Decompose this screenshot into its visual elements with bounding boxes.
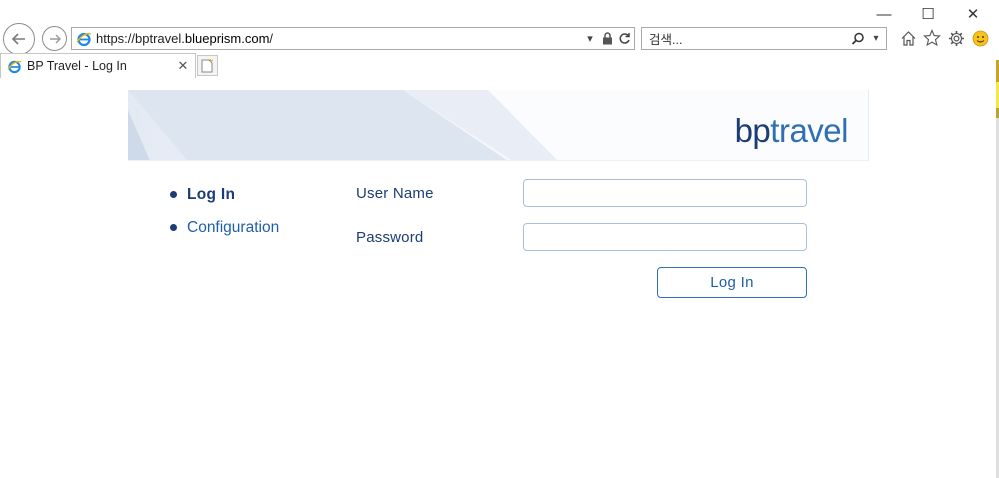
search-dropdown-icon[interactable]: ▾ <box>868 31 884 47</box>
home-icon[interactable] <box>899 29 917 47</box>
bullet-icon <box>170 224 177 231</box>
gear-icon[interactable] <box>947 29 965 47</box>
dropdown-icon[interactable]: ▾ <box>583 31 597 47</box>
forward-button[interactable] <box>42 26 67 51</box>
username-label: User Name <box>356 185 434 202</box>
forward-arrow-icon <box>49 34 61 43</box>
logo-travel: travel <box>770 112 848 149</box>
back-arrow-icon <box>11 33 25 45</box>
close-window-button[interactable]: ✕ <box>962 5 984 23</box>
login-button[interactable]: Log In <box>657 267 807 298</box>
tab-title: BP Travel - Log In <box>27 59 127 73</box>
bptravel-logo: bptravel <box>734 112 849 149</box>
browser-chrome: — ☐ ✕ https://bptravel.blueprism.com/ ▾ … <box>0 0 999 78</box>
side-nav: Log In Configuration <box>170 178 279 244</box>
nav-item-configuration[interactable]: Configuration <box>170 211 279 244</box>
refresh-icon[interactable] <box>617 31 631 47</box>
new-tab-icon <box>201 58 214 72</box>
tab-ie-logo-icon <box>7 60 22 73</box>
header-banner: bptravel <box>128 90 869 161</box>
lock-icon[interactable] <box>600 31 614 47</box>
username-input[interactable] <box>523 179 807 207</box>
back-button[interactable] <box>3 23 35 55</box>
nav-login-label[interactable]: Log In <box>187 186 235 204</box>
bullet-icon <box>170 191 177 198</box>
nav-item-login[interactable]: Log In <box>170 178 279 211</box>
url-path: / <box>269 31 274 46</box>
search-input[interactable]: 검색... <box>649 29 850 48</box>
url-host: blueprism.com <box>184 31 270 46</box>
star-icon[interactable] <box>923 29 941 47</box>
web-page: bptravel Log In Configuration User Name … <box>0 78 996 478</box>
new-tab-button[interactable] <box>197 55 218 76</box>
url-scheme: https://bptravel. <box>96 31 185 46</box>
search-box[interactable]: 검색... ▾ <box>641 27 887 50</box>
ie-logo-icon <box>76 32 92 46</box>
password-label: Password <box>356 229 424 246</box>
password-input[interactable] <box>523 223 807 251</box>
address-bar[interactable]: https://bptravel.blueprism.com/ ▾ <box>71 27 635 50</box>
logo-bp: bp <box>734 112 771 149</box>
browser-tab[interactable]: BP Travel - Log In ✕ <box>0 53 196 78</box>
close-tab-icon[interactable]: ✕ <box>175 58 191 74</box>
search-icon[interactable] <box>850 31 866 47</box>
nav-configuration-link[interactable]: Configuration <box>187 219 279 237</box>
minimize-button[interactable]: — <box>873 5 895 23</box>
address-url[interactable]: https://bptravel.blueprism.com/ <box>96 31 583 46</box>
maximize-button[interactable]: ☐ <box>917 5 939 23</box>
smiley-icon[interactable] <box>971 29 989 47</box>
